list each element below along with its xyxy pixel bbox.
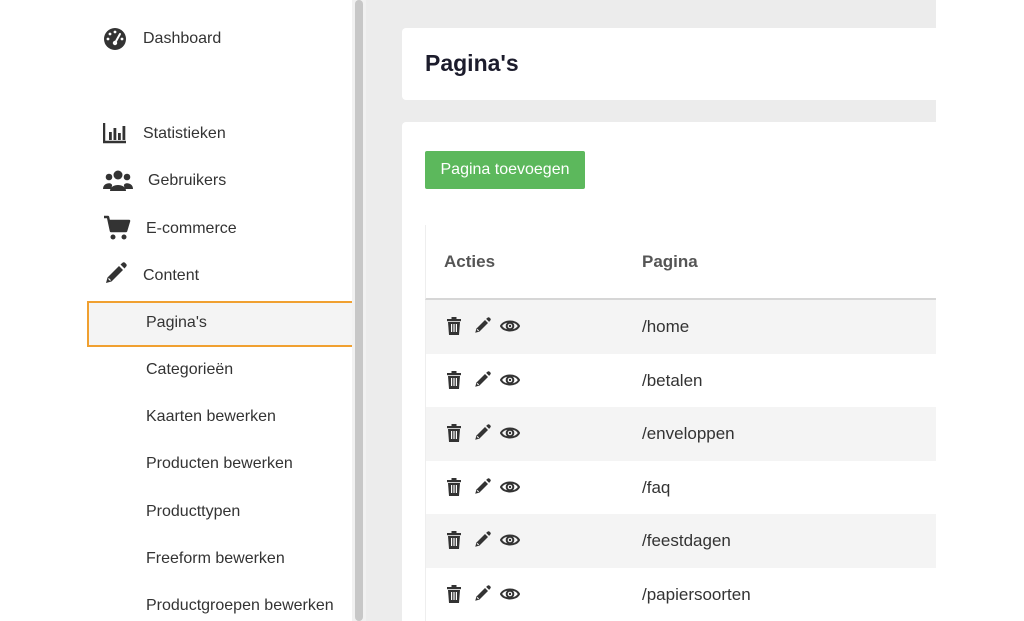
trash-icon[interactable] [444,316,464,336]
table-row: /betalen [425,353,936,407]
eye-icon[interactable] [500,584,520,604]
header-card: Pagina's [402,28,936,100]
sidebar-subitem-categorieen[interactable]: Categorieën [146,361,233,379]
table-body: /home/betalen/enveloppen/faq/feestdagen /… [425,300,936,621]
table-cell-page: /faq [642,477,671,497]
sidebar-item-label: Dashboard [143,30,222,47]
sidebar-subitem-freeform-bewerken[interactable]: Freeform bewerken [146,550,285,568]
row-actions [444,316,520,336]
row-actions [444,477,520,497]
row-actions [444,584,520,604]
sidebar-item-label: E-commerce [146,220,237,237]
pencil-icon [103,262,127,286]
sidebar-item-label: Gebruikers [148,172,227,189]
pencil-icon[interactable] [472,316,492,336]
table-cell-page: /enveloppen [642,424,735,443]
table-cell-page: /betalen [642,370,703,390]
page-background [936,0,1024,621]
sidebar-item-label: Statistieken [143,125,226,142]
row-actions [444,423,520,443]
pencil-icon[interactable] [472,423,492,443]
eye-icon[interactable] [500,477,520,497]
sidebar-item-statistieken[interactable]: Statistieken [0,118,352,148]
table-row: /feestdagen [425,514,936,568]
pencil-icon[interactable] [472,477,492,497]
table-row: /faq [425,460,936,514]
sidebar: Dashboard Statistieken Gebruikers E-comm… [0,0,356,621]
add-page-button[interactable]: Pagina toevoegen [425,151,585,189]
sidebar-item-gebruikers[interactable]: Gebruikers [0,166,352,196]
sidebar-subitem-productgroepen-bewerken[interactable]: Productgroepen bewerken [146,597,334,615]
sidebar-item-dashboard[interactable]: Dashboard [0,24,352,54]
chart-bar-icon [103,121,127,145]
cart-icon [103,215,131,241]
trash-icon[interactable] [444,530,464,550]
eye-icon[interactable] [500,370,520,390]
eye-icon[interactable] [500,316,520,336]
table-cell-page: /feestdagen [642,531,731,550]
users-icon [103,169,133,193]
pencil-icon[interactable] [472,370,492,390]
sidebar-item-label: Content [143,267,200,284]
trash-icon[interactable] [444,477,464,497]
eye-icon[interactable] [500,423,520,443]
table-row: /enveloppen [425,407,936,461]
pages-table: Acties Pagina /home/betalen/enveloppen/f… [425,225,936,621]
table-cell-page: /papiersoorten [642,584,751,604]
dashboard-icon [103,27,127,51]
pencil-icon[interactable] [472,584,492,604]
row-actions [444,530,520,550]
trash-icon[interactable] [444,584,464,604]
eye-icon[interactable] [500,530,520,550]
sidebar-scrollbar-thumb[interactable] [355,0,363,621]
row-actions [444,370,520,390]
column-header-pagina[interactable]: Pagina [642,252,698,272]
trash-icon[interactable] [444,423,464,443]
sidebar-item-content[interactable]: Content [0,260,352,290]
column-header-acties[interactable]: Acties [444,252,495,272]
content-card: Pagina toevoegen Acties Pagina /home/bet… [402,122,936,621]
table-cell-page: /home [642,317,690,336]
table-row: /home [425,300,936,354]
sidebar-item-e-commerce[interactable]: E-commerce [0,213,352,243]
sidebar-subitem-paginas[interactable]: Pagina's [146,314,207,332]
sidebar-subitem-producten-bewerken[interactable]: Producten bewerken [146,455,293,473]
page-title: Pagina's [425,50,519,76]
pencil-icon[interactable] [472,530,492,550]
sidebar-subitem-paginas-active[interactable] [87,301,356,347]
table-row: /papiersoorten [425,567,936,621]
sidebar-subitem-kaarten-bewerken[interactable]: Kaarten bewerken [146,408,276,426]
sidebar-subitem-producttypen[interactable]: Producttypen [146,503,240,521]
main-content: Pagina's Pagina toevoegen Acties Pagina … [366,0,936,621]
table-header: Acties Pagina [425,225,936,300]
trash-icon[interactable] [444,370,464,390]
